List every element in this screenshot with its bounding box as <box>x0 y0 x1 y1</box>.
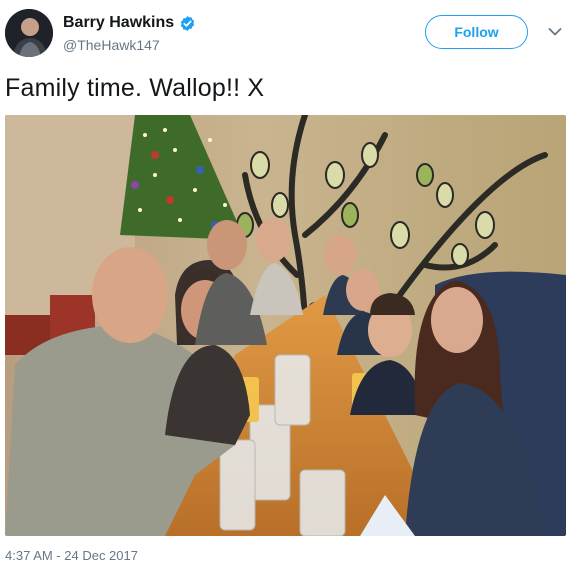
verified-badge-icon <box>181 15 195 31</box>
avatar[interactable] <box>5 9 53 57</box>
tweet-text: Family time. Wallop!! X <box>5 74 265 102</box>
tweet-author: Barry Hawkins @TheHawk147 <box>63 12 196 53</box>
chevron-down-icon[interactable] <box>548 27 562 37</box>
tweet-photo[interactable] <box>5 115 566 536</box>
family-dinner-photo <box>5 115 566 536</box>
follow-button[interactable]: Follow <box>425 15 528 49</box>
avatar-photo <box>5 9 53 57</box>
tweet-timestamp[interactable]: 4:37 AM - 24 Dec 2017 <box>5 548 138 563</box>
author-handle[interactable]: @TheHawk147 <box>63 37 196 53</box>
tweet-card: Barry Hawkins @TheHawk147 Follow Family … <box>0 0 571 566</box>
author-name[interactable]: Barry Hawkins <box>63 14 174 32</box>
